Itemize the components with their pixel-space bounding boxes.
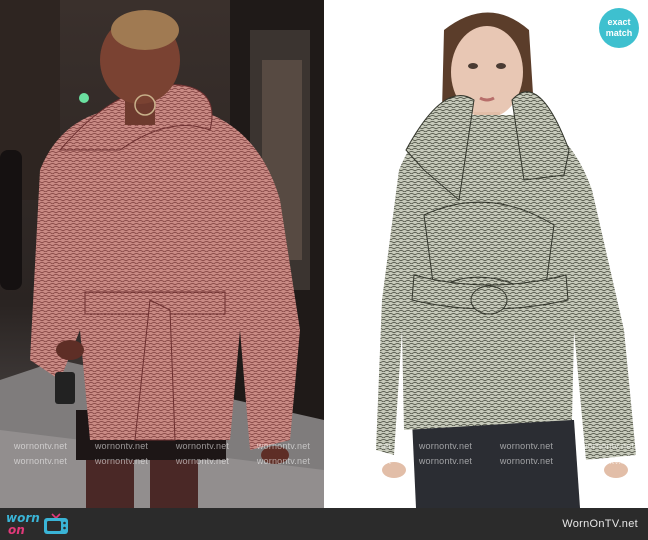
left-photo-illustration	[0, 0, 324, 508]
tv-icon	[43, 513, 68, 534]
left-photo	[0, 0, 324, 508]
right-photo-illustration	[324, 0, 648, 508]
badge-line1: exact	[607, 17, 631, 27]
exact-match-badge: exact match	[599, 8, 639, 48]
badge-line2: match	[605, 28, 633, 38]
logo-word-on: on	[8, 523, 25, 537]
logo-wordmark: worn on	[6, 512, 40, 536]
site-logo[interactable]: worn on	[6, 511, 69, 537]
footer-bar: worn on WornOnTV.net	[0, 508, 648, 540]
site-url[interactable]: WornOnTV.net	[562, 518, 638, 530]
right-photo	[324, 0, 648, 508]
